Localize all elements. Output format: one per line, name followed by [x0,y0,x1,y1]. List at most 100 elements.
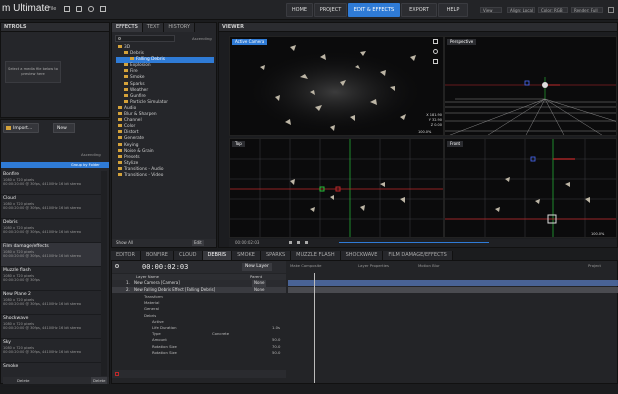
front-label[interactable]: Front [447,141,464,147]
effects-edit-button[interactable]: Edit [192,240,204,246]
nav-project[interactable]: PROJECT [314,3,347,17]
effects-tree-label: Falling Debris [136,57,165,63]
editor-tab[interactable]: DEBRIS [202,251,233,260]
save-icon[interactable] [76,6,82,12]
active-camera-viewport[interactable]: Active Camera X 181.90 Y 32.90 Z 0.00 10… [229,36,444,136]
view-dropdown[interactable]: View [480,7,502,13]
nav-export[interactable]: EXPORT [401,3,437,17]
render-dropdown[interactable]: Render: Full [571,7,603,13]
rotate-icon[interactable] [433,49,438,54]
show-all-label[interactable]: Show All [116,240,133,245]
nav-edit-effects[interactable]: EDIT & EFFECTS [348,3,400,17]
media-scrollbar[interactable] [101,171,107,376]
folder-icon [118,148,122,152]
media-item[interactable]: Muzzle flash 1080 x 720 pixels 00:00:20:00… [1,267,101,291]
nav-help[interactable]: HELP [438,3,468,17]
media-folder-row[interactable]: Group by Folder [1,162,109,168]
new-button[interactable]: New [53,123,75,133]
new-layer-button[interactable]: New Layer [242,263,272,271]
property-name: Rotation Size [152,343,177,349]
file-menu[interactable]: File [48,6,56,12]
editor-tab[interactable]: EDITOR [111,251,141,260]
media-item-info2: 00:00:20:00 @ 30fps, 44100Hz 16 bit ster… [3,350,81,354]
import-button[interactable]: Import... [3,123,39,133]
motion-blur-button[interactable]: Motion Blur [418,263,440,268]
timeline-panel: 00:00:02:03 New Layer Make Composite Lay… [111,260,618,384]
make-composite-button[interactable]: Make Composite [290,263,321,268]
property-value[interactable]: 50.0 [272,350,280,356]
media-item[interactable]: Film damage/effects 1080 x 720 pixels 00:0… [1,243,101,267]
align-dropdown[interactable]: Align: Local [507,7,535,13]
editor-tab[interactable]: SHOCKWAVE [340,251,384,260]
nav-home[interactable]: HOME [286,3,313,17]
top-label[interactable]: Top [232,141,245,147]
effects-tree-label: Stylize [124,160,139,166]
property-name: Rotation Size [152,349,177,355]
editor-tab[interactable]: BONFIRE [140,251,174,260]
timeline-timecode[interactable]: 00:00:02:03 [142,263,188,271]
perspective-viewport[interactable]: Perspective [444,36,617,136]
layer-row[interactable]: 2. New Falling Debris Effect [Falling Deb… [112,286,286,293]
layer-parent-select[interactable]: None [252,286,267,293]
viewer-transport: 00:00:02:03 [229,239,617,247]
media-item[interactable]: Cloud 1080 x 720 pixels 00:00:20:00 @ 30fp… [1,195,101,219]
media-item[interactable]: Shockwave 1080 x 720 pixels 00:00:20:00 @ … [1,315,101,339]
window-icon[interactable] [608,7,614,13]
front-viewport[interactable]: Front 100.0% [444,138,617,238]
effects-tree-label: Color [124,124,136,130]
effects-tree-label: Distort [124,130,139,136]
effects-tree-label: Sparks [130,81,145,87]
tab-effects[interactable]: EFFECTS [112,23,143,32]
tab-text[interactable]: TEXT [142,23,165,32]
camera-track[interactable] [288,280,618,286]
media-item[interactable]: New Plane 2 1080 x 720 pixels 00:00:20:00 … [1,291,101,315]
settings-icon[interactable] [100,6,106,12]
folder-icon [124,63,128,67]
property-name: General [144,306,159,312]
active-camera-label[interactable]: Active Camera [232,39,268,45]
sort-label[interactable]: Ascending [81,152,101,157]
zoom-level-2[interactable]: 100.0% [591,232,604,236]
folder-icon[interactable] [64,6,70,12]
coordinate-readout: X 181.90 Y 32.90 Z 0.00 [426,113,442,127]
undo-icon[interactable] [88,6,94,12]
color-dropdown[interactable]: Color: RGB [538,7,568,13]
media-item[interactable]: Debris 1080 x 720 pixels 00:00:20:00 @ 30f… [1,219,101,243]
layer-properties-button[interactable]: Layer Properties [358,263,389,268]
viewer-scrubber[interactable] [339,242,489,243]
loop-icon[interactable] [305,241,308,244]
group-by-label: Group by Folder [71,162,100,167]
stop-icon[interactable] [297,241,300,244]
top-viewport[interactable]: Top [229,138,444,238]
editor-tab[interactable]: SPARKS [260,251,292,260]
property-list: Transform Material General Debris Active Life… [142,294,286,356]
effects-search-input[interactable] [115,35,175,42]
effects-tree-item[interactable]: Transitions - Video [116,172,214,179]
play-icon[interactable] [289,241,292,244]
editor-tab[interactable]: SMOKE [232,251,261,260]
folder-icon [118,172,122,176]
media-item-info2: 00:00:20:00 @ 30fps, 44100Hz 16 bit ster… [3,230,81,234]
playhead[interactable] [314,273,315,383]
folder-icon [118,112,122,116]
perspective-label[interactable]: Perspective [447,39,477,45]
readout-x: 181.90 [429,113,442,117]
debris-track[interactable] [288,287,618,293]
property-row[interactable]: Rotation Size 50.0 [142,350,286,356]
editor-tab[interactable]: CLOUD [173,251,203,260]
camera-icon[interactable] [433,59,438,64]
folder-icon [124,69,128,73]
delete-left-label[interactable]: Delete [17,378,29,383]
media-item[interactable]: Bonfire 1080 x 720 pixels 00:00:20:00 @ 30… [1,171,101,195]
zoom-level-1[interactable]: 100.0% [418,130,431,134]
effects-sort[interactable]: Ascending [192,36,212,41]
editor-tab[interactable]: FILM DAMAGE/EFFECTS [383,251,453,260]
timeline-footer [112,370,286,378]
media-item[interactable]: Sky 1080 x 720 pixels 00:00:20:00 @ 30fps,… [1,339,101,363]
move-icon[interactable] [433,39,438,44]
tab-history[interactable]: HISTORY [164,23,196,32]
folder-icon [124,81,128,85]
delete-right-button[interactable]: Delete [91,377,108,384]
editor-tab[interactable]: MUZZLE FLASH [291,251,341,260]
trash-icon[interactable] [115,372,119,376]
